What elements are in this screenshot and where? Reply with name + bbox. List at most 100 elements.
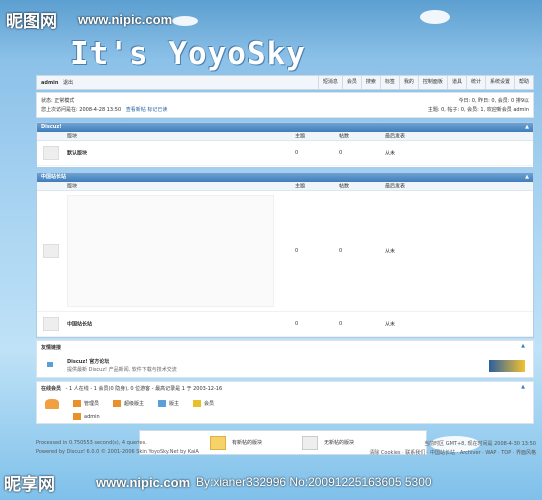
group-super-mod: 超级版主 — [113, 400, 144, 407]
moderator-icon — [158, 400, 167, 407]
nav-item-tags[interactable]: 标签 — [379, 76, 399, 89]
forum-posts-count: 0 — [339, 321, 343, 327]
main-nav: 短消息 会员 搜索 标签 我的 控制面板 道具 统计 系统设置 帮助 — [317, 76, 533, 89]
admin-icon — [73, 400, 81, 407]
column-headers: 版块 主题 帖数 最后发表 — [37, 182, 533, 191]
group-label: 版主 — [169, 401, 180, 407]
overall-stats: 主题: 0, 帖子: 0, 会员: 1, 欢迎新会员 admin — [427, 107, 529, 113]
online-header: 在线会员 - 1 人在线 - 1 会员(0 隐身), 0 位游客 - 最高记录是… — [41, 385, 222, 392]
table-row: 中国站长站 0 0 从未 — [37, 312, 533, 337]
status-text: 状态: 正常模式 — [41, 98, 75, 104]
discuz-logo-banner[interactable] — [489, 360, 525, 372]
column-headers: 版块 主题 帖数 最后发表 — [37, 132, 533, 141]
super-moderator-icon — [113, 400, 122, 407]
group-admin: 管理员 — [73, 400, 99, 407]
watermark-bottom-site: 昵享网 — [4, 475, 55, 494]
view-new-posts-link[interactable]: 查看新帖 标记已读 — [126, 107, 168, 113]
table-row: 默认版块 0 0 从未 — [37, 141, 533, 166]
nav-item-my[interactable]: 我的 — [398, 76, 418, 89]
collapse-icon[interactable]: ▲ — [521, 384, 525, 390]
column-posts: 帖数 — [339, 133, 350, 140]
nav-item-messages[interactable]: 短消息 — [317, 76, 342, 89]
forum-name-link[interactable]: 默认版块 — [67, 150, 87, 157]
friend-links-title: 友情链接 — [41, 345, 62, 351]
forum-category-chinaz: 中国站长站 ▲ 版块 主题 帖数 最后发表 0 0 从未 中国站长站 0 0 从… — [36, 172, 534, 338]
forum-status-icon — [43, 146, 59, 160]
online-user: admin — [73, 413, 100, 420]
nav-item-members[interactable]: 会员 — [341, 76, 361, 89]
watermark-id: By:xianer332996 No:20091225163605 5300 — [196, 475, 432, 489]
today-stats: 今日: 0, 昨日: 0, 会员: 0 排9以 — [458, 98, 530, 104]
forum-page: admin 退出 短消息 会员 搜索 标签 我的 控制面板 道具 统计 系统设置… — [36, 72, 536, 455]
watermark-bottom-url: www.nipic.com — [96, 475, 191, 490]
column-topics: 主题 — [295, 183, 306, 190]
category-header: 中国站长站 ▲ — [37, 173, 533, 182]
group-member: 会员 — [193, 400, 214, 407]
forum-posts-count: 0 — [339, 150, 343, 156]
user-area: admin 退出 — [37, 79, 77, 86]
group-label: 管理员 — [84, 401, 100, 407]
processed-info: Processed in 0.750553 second(s), 4 queri… — [36, 440, 147, 446]
top-navigation-bar: admin 退出 短消息 会员 搜索 标签 我的 控制面板 道具 统计 系统设置… — [36, 75, 534, 90]
cloud-decoration — [172, 16, 198, 26]
collapse-icon[interactable]: ▲ — [521, 343, 525, 349]
forum-banner-image — [67, 195, 274, 307]
forum-name-link[interactable]: 中国站长站 — [67, 321, 92, 328]
watermark-site: 昵图网 — [6, 12, 57, 31]
forum-posts-count: 0 — [339, 248, 343, 254]
category-title[interactable]: Discuz! — [41, 123, 62, 132]
time-info: 当前时区 GMT+8, 现在时间是 2008-4-30 13:50 — [424, 441, 536, 447]
page-footer: Processed in 0.750553 second(s), 4 queri… — [36, 440, 536, 460]
forum-topics-count: 0 — [295, 321, 299, 327]
link-icon — [47, 362, 53, 367]
column-forum: 版块 — [67, 183, 78, 190]
cloud-decoration — [420, 10, 450, 24]
column-last-post: 最后发表 — [385, 133, 406, 140]
forum-last-post: 从未 — [385, 248, 396, 255]
collapse-icon[interactable]: ▲ — [525, 123, 529, 132]
nav-item-help[interactable]: 帮助 — [513, 76, 533, 89]
category-title[interactable]: 中国站长站 — [41, 173, 66, 182]
nav-item-settings[interactable]: 系统设置 — [484, 76, 514, 89]
column-last-post: 最后发表 — [385, 183, 406, 190]
nav-item-search[interactable]: 搜索 — [360, 76, 380, 89]
friend-links-section: 友情链接 ▲ Discuz! 官方论坛 提供最新 Discuz! 产品新闻, 软… — [36, 340, 534, 378]
nav-item-tools[interactable]: 道具 — [446, 76, 466, 89]
forum-last-post: 从未 — [385, 321, 396, 328]
admin-icon — [73, 413, 81, 420]
username-link[interactable]: admin — [41, 80, 58, 86]
nav-item-stats[interactable]: 统计 — [465, 76, 485, 89]
forum-topics-count: 0 — [295, 150, 299, 156]
online-members-section: 在线会员 - 1 人在线 - 1 会员(0 隐身), 0 位游客 - 最高记录是… — [36, 381, 534, 424]
group-label: 会员 — [204, 401, 215, 407]
last-visit-line: 您上次访问是在: 2008-4-28 13:50 查看新帖 标记已读 — [41, 106, 167, 113]
last-visit-text: 您上次访问是在: 2008-4-28 13:50 — [41, 107, 122, 113]
online-username-link[interactable]: admin — [84, 414, 100, 420]
forum-status-icon — [43, 244, 59, 258]
online-summary: - 1 人在线 - 1 会员(0 隐身), 0 位游客 - 最高记录是 1 于 … — [65, 386, 223, 392]
info-bar: 状态: 正常模式 您上次访问是在: 2008-4-28 13:50 查看新帖 标… — [36, 92, 534, 118]
forum-last-post: 从未 — [385, 150, 396, 157]
column-forum: 版块 — [67, 133, 78, 140]
watermark-url: www.nipic.com — [78, 12, 173, 27]
footer-links[interactable]: 清除 Cookies · 联系我们 · 中国站长站 · Archiver · W… — [369, 449, 536, 456]
table-row: 0 0 从未 — [37, 191, 533, 312]
category-header: Discuz! ▲ — [37, 123, 533, 132]
column-topics: 主题 — [295, 133, 306, 140]
nav-item-control-panel[interactable]: 控制面板 — [417, 76, 447, 89]
member-icon — [193, 400, 202, 407]
users-icon — [45, 399, 59, 409]
group-mod: 版主 — [158, 400, 179, 407]
forum-topics-count: 0 — [295, 248, 299, 254]
user-groups-legend: 管理员 超级版主 版主 会员 — [73, 400, 214, 407]
logout-link[interactable]: 退出 — [63, 80, 73, 86]
forum-status-icon — [43, 317, 59, 331]
group-label: 超级版主 — [124, 401, 145, 407]
collapse-icon[interactable]: ▲ — [525, 173, 529, 182]
friend-link-name[interactable]: Discuz! 官方论坛 — [67, 358, 109, 365]
copyright-text: Powered by Discuz! 6.0.0 © 2001-2006 Ski… — [36, 449, 199, 455]
column-posts: 帖数 — [339, 183, 350, 190]
online-title: 在线会员 — [41, 386, 62, 392]
site-logo: It's YoyoSky — [70, 36, 306, 72]
forum-category-discuz: Discuz! ▲ 版块 主题 帖数 最后发表 默认版块 0 0 从未 — [36, 122, 534, 168]
